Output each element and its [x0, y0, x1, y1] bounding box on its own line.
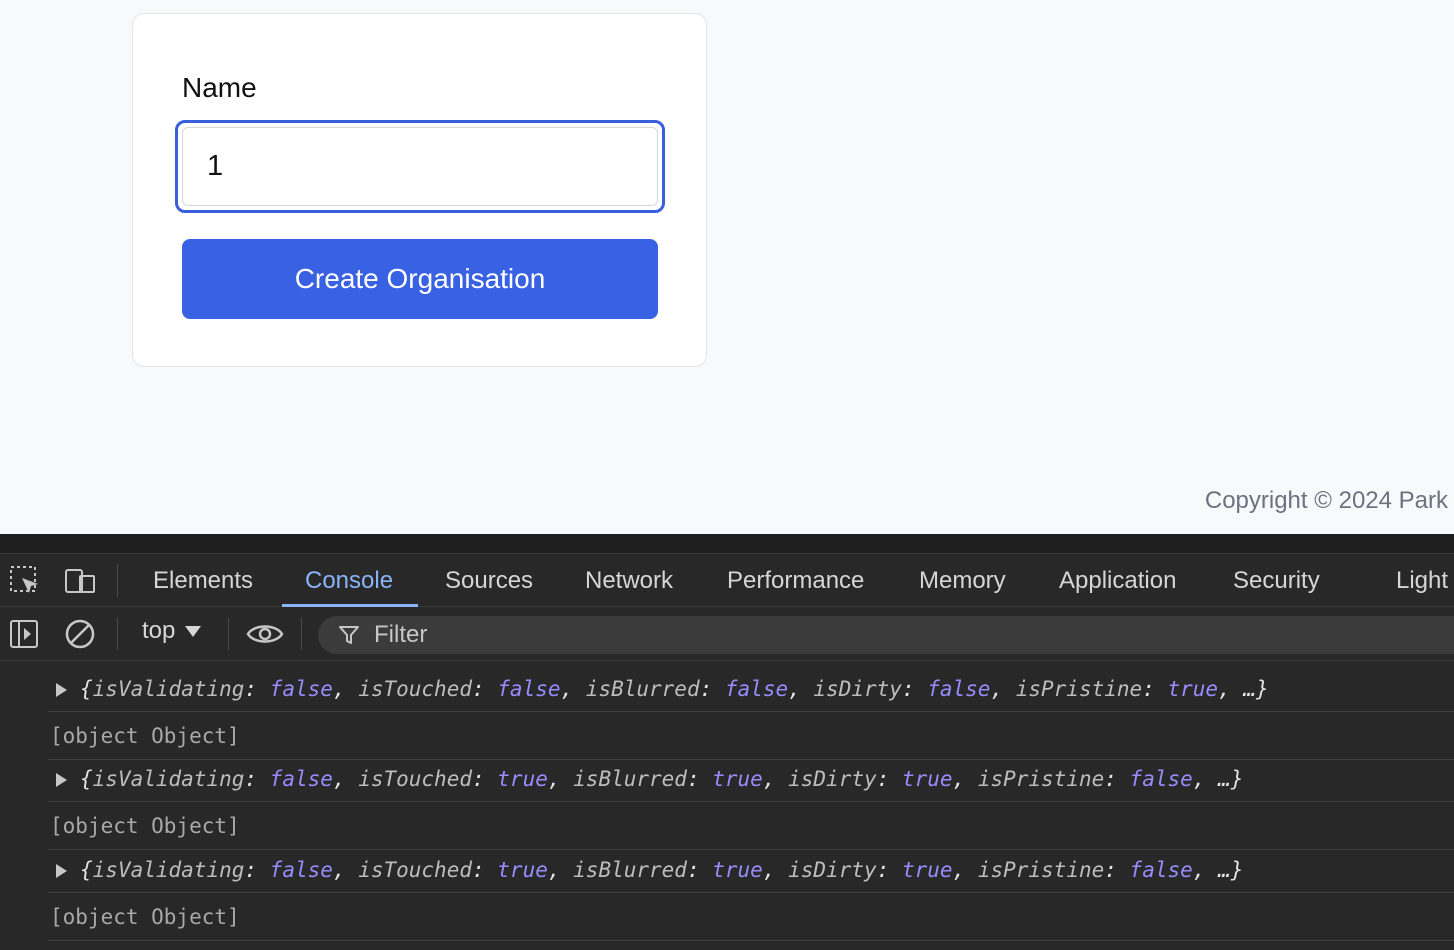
devtools-resize-bar[interactable] — [0, 534, 1454, 554]
toolbar-divider — [228, 618, 229, 650]
clear-console-icon[interactable] — [63, 617, 97, 651]
console-string-entry: [object Object] — [48, 804, 1454, 850]
sidebar-toggle-icon[interactable] — [8, 617, 42, 651]
tab-network[interactable]: Network — [585, 554, 673, 607]
tab-memory[interactable]: Memory — [919, 554, 1006, 607]
devtools-panel: Elements Console Sources Network Perform… — [0, 534, 1454, 950]
expand-arrow-icon[interactable] — [56, 683, 67, 697]
console-message-text: [object Object] — [50, 905, 240, 929]
device-toolbar-icon[interactable] — [63, 564, 97, 598]
create-organisation-card: Name Create Organisation — [132, 13, 707, 367]
devtools-tabbar: Elements Console Sources Network Perform… — [0, 554, 1454, 607]
tab-application[interactable]: Application — [1059, 554, 1176, 607]
filter-placeholder: Filter — [374, 621, 428, 648]
console-filter[interactable]: Filter — [318, 616, 1454, 654]
console-toolbar: top Filter — [0, 607, 1454, 661]
tab-elements[interactable]: Elements — [153, 554, 253, 607]
create-organisation-button[interactable]: Create Organisation — [182, 239, 658, 319]
toolbar-divider — [117, 618, 118, 650]
console-object-entry[interactable]: {isValidating: false, isTouched: true, i… — [48, 758, 1454, 802]
chevron-down-icon — [185, 626, 202, 638]
tab-performance[interactable]: Performance — [727, 554, 864, 607]
filter-icon — [339, 626, 359, 644]
eye-icon[interactable] — [246, 619, 284, 649]
tab-sources[interactable]: Sources — [445, 554, 533, 607]
tab-console[interactable]: Console — [281, 554, 419, 607]
console-object-preview: {isValidating: false, isTouched: true, i… — [80, 858, 1244, 882]
console-object-entry[interactable]: {isValidating: false, isTouched: true, i… — [48, 849, 1454, 893]
tabbar-divider — [117, 564, 118, 597]
tab-security[interactable]: Security — [1233, 554, 1320, 607]
name-field-label: Name — [182, 72, 257, 103]
context-selector-label: top — [142, 617, 176, 644]
console-message-text: [object Object] — [50, 724, 240, 748]
expand-arrow-icon[interactable] — [56, 773, 67, 787]
name-input[interactable] — [182, 127, 658, 206]
app-page: Name Create Organisation Copyright © 202… — [0, 0, 1454, 534]
copyright-text: Copyright © 2024 Park — [1204, 487, 1448, 514]
console-string-entry: [object Object] — [48, 895, 1454, 941]
expand-arrow-icon[interactable] — [56, 864, 67, 878]
console-object-preview: {isValidating: false, isTouched: false, … — [80, 677, 1269, 701]
console-string-entry: [object Object] — [48, 714, 1454, 760]
inspect-element-icon[interactable] — [8, 564, 42, 598]
tab-lighthouse[interactable]: Light — [1396, 554, 1448, 607]
toolbar-divider — [301, 618, 302, 650]
console-object-preview: {isValidating: false, isTouched: true, i… — [80, 767, 1244, 791]
console-message-text: [object Object] — [50, 814, 240, 838]
context-selector[interactable]: top — [142, 617, 202, 645]
name-input-focus-ring — [175, 120, 665, 213]
console-object-entry[interactable]: {isValidating: false, isTouched: false, … — [48, 668, 1454, 712]
